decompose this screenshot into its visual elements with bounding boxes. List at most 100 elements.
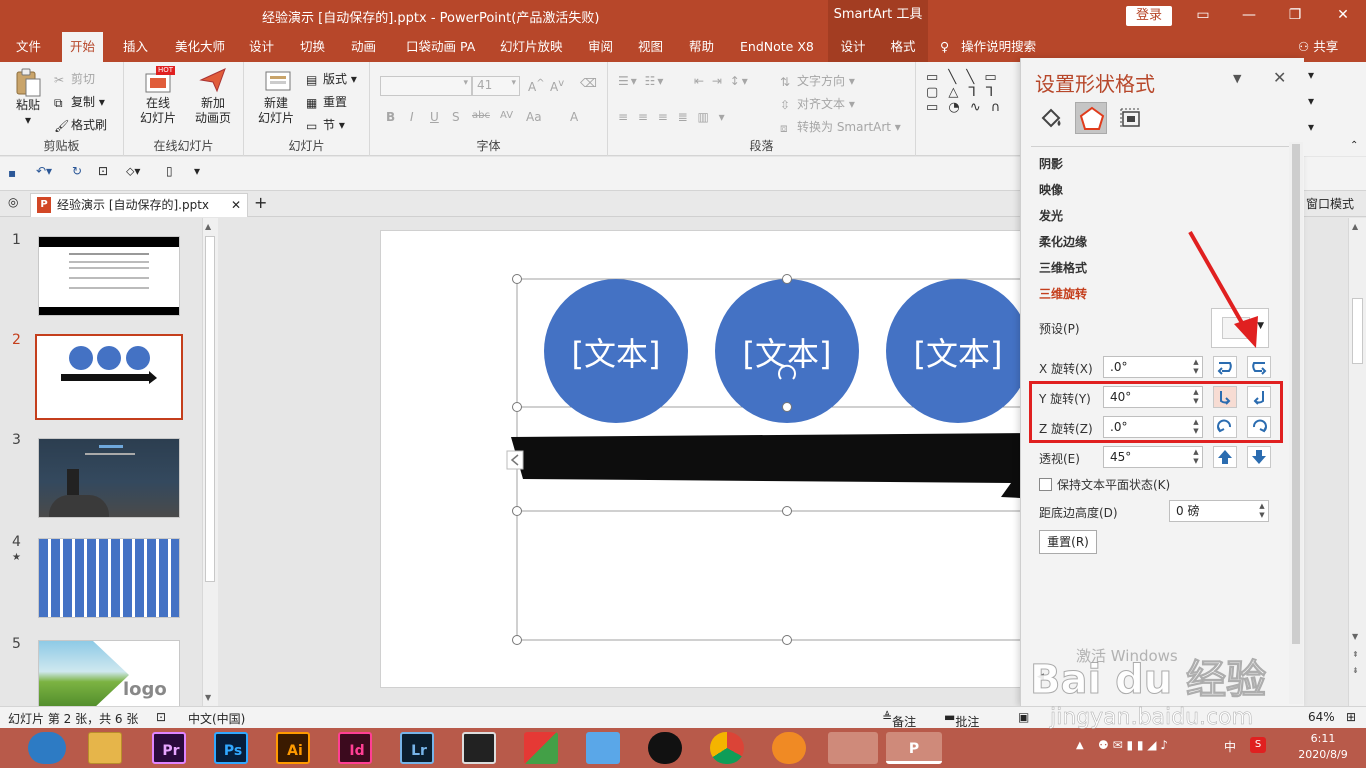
section-reflection[interactable]: 映像	[1039, 181, 1063, 198]
distance-from-ground-input[interactable]: 0 磅 ▲ ▼	[1169, 500, 1269, 522]
tab-pocket-animation[interactable]: 口袋动画 PA	[398, 32, 483, 62]
premiere-icon[interactable]: Pr	[152, 732, 186, 764]
thumbnails-scrollbar[interactable]: ▲ ▼	[202, 218, 218, 706]
circle-3-text[interactable]: [文本]	[886, 329, 1020, 375]
new-slide-button[interactable]: 新建 幻灯片	[252, 66, 300, 126]
minimize-icon[interactable]: —	[1226, 0, 1272, 32]
tab-endnote[interactable]: EndNote X8	[732, 32, 822, 62]
touch-mode-icon[interactable]: ⬦▾	[126, 164, 140, 179]
strikethrough-button[interactable]: abc	[472, 110, 490, 121]
new-animation-page-button[interactable]: 新加 动画页	[188, 66, 238, 126]
paste-button[interactable]: 粘贴 ▾	[8, 68, 48, 128]
slide-thumbnail-2-selected[interactable]	[35, 334, 183, 420]
tab-insert[interactable]: 插入	[115, 32, 156, 62]
start-browser-icon[interactable]	[28, 732, 66, 764]
pane-options-icon[interactable]: ▼	[1233, 72, 1241, 85]
zoom-level[interactable]: 64%	[1308, 710, 1335, 724]
slide-scrollbar[interactable]: ▲ ▼ ⇞ ⇟	[1348, 218, 1366, 706]
italic-button[interactable]: I	[410, 110, 414, 124]
photoshop-icon[interactable]: Ps	[214, 732, 248, 764]
online-slide-button[interactable]: HOT 在线 幻灯片	[134, 66, 182, 126]
ribbon-display-icon[interactable]: ▭	[1180, 0, 1226, 32]
section-glow[interactable]: 发光	[1039, 207, 1063, 224]
system-clock[interactable]: 6:11 2020/8/9	[1288, 731, 1358, 763]
underline-button[interactable]: U	[430, 110, 439, 124]
section-3d-rotation[interactable]: 三维旋转	[1039, 285, 1087, 302]
ime-indicator[interactable]: 中	[1224, 738, 1236, 755]
indent-icons[interactable]: ⇤ ⇥ ↕▾	[694, 74, 750, 88]
tab-view[interactable]: 视图	[630, 32, 671, 62]
browser-icon[interactable]	[772, 732, 806, 764]
maximize-icon[interactable]: ❐	[1272, 0, 1318, 32]
tab-design[interactable]: 设计	[241, 32, 282, 62]
font-size-combo[interactable]: 41 ▾	[472, 76, 520, 96]
tab-help[interactable]: 帮助	[681, 32, 722, 62]
lightroom-icon[interactable]: Lr	[400, 732, 434, 764]
text-pane-toggle[interactable]	[506, 450, 524, 470]
effects-icon[interactable]	[1075, 102, 1107, 134]
indesign-icon[interactable]: Id	[338, 732, 372, 764]
section-soft-edges[interactable]: 柔化边缘	[1039, 233, 1087, 250]
undo-icon[interactable]: ↶▾	[36, 164, 52, 178]
circle-1-text[interactable]: [文本]	[544, 329, 688, 375]
grow-font-icon[interactable]: A^	[528, 78, 545, 94]
close-icon[interactable]: ✕	[1320, 0, 1366, 32]
convert-smartart-button[interactable]: ⧈ 转换为 SmartArt ▾	[780, 118, 901, 135]
tab-beautify[interactable]: 美化大师	[167, 32, 233, 62]
new-file-icon[interactable]: ▯	[166, 164, 173, 178]
login-button[interactable]: 登录	[1126, 6, 1172, 26]
slide-thumbnail-5[interactable]: logo	[38, 640, 180, 708]
normal-view-icon[interactable]: ▣	[1018, 710, 1029, 724]
smartart-arrow[interactable]	[511, 421, 1020, 501]
shrink-font-icon[interactable]: Av	[550, 78, 564, 94]
document-tab[interactable]: P 经验演示 [自动保存的].pptx ✕	[30, 193, 248, 217]
customize-qat-icon[interactable]: ▾	[194, 164, 200, 178]
copy-button[interactable]: ⧉ 复制 ▾	[54, 93, 105, 110]
tab-transitions[interactable]: 切换	[292, 32, 333, 62]
x-rotate-left-button[interactable]	[1213, 356, 1237, 378]
notes-app-icon[interactable]	[828, 732, 878, 764]
char-spacing-button[interactable]: AV	[500, 110, 513, 121]
window-mode-label[interactable]: 窗口模式	[1306, 195, 1354, 212]
reset-rotation-button[interactable]: 重置(R)	[1039, 530, 1097, 554]
circle-2-text[interactable]: [文本]	[715, 329, 859, 375]
collapse-ribbon-icon[interactable]: ⌃	[1350, 140, 1358, 151]
tab-file[interactable]: 文件	[8, 32, 49, 62]
slide-thumbnail-4[interactable]	[38, 538, 180, 618]
pane-close-icon[interactable]: ✕	[1273, 68, 1286, 87]
pane-scroll-left-icon[interactable]: ◀	[1037, 672, 1044, 682]
perspective-decrease-button[interactable]	[1247, 446, 1271, 468]
qq-icon[interactable]	[648, 732, 682, 764]
share-button[interactable]: ⚇ 共享	[1298, 32, 1338, 62]
slide-thumbnail-1[interactable]	[38, 236, 180, 316]
close-tab-icon[interactable]: ✕	[231, 194, 241, 216]
language-indicator[interactable]: 中文(中国)	[188, 710, 245, 727]
chat-app-icon[interactable]	[586, 732, 620, 764]
fit-to-window-icon[interactable]: ⊞	[1346, 710, 1356, 724]
comments-button[interactable]: ▬ 批注	[944, 710, 979, 729]
tab-review[interactable]: 审阅	[580, 32, 621, 62]
alignment-icons[interactable]: ≡ ≡ ≡ ≣ ▥ ▾	[618, 110, 728, 124]
shadow-button[interactable]: S	[452, 110, 460, 124]
tab-smartart-format[interactable]: 格式	[878, 32, 928, 62]
change-case-button[interactable]: Aa	[526, 110, 542, 124]
pane-scrollbar[interactable]	[1289, 142, 1303, 704]
font-name-combo[interactable]: ▾	[380, 76, 472, 96]
shapes-gallery[interactable]: ▭ ╲ ╲ ▭ ▢ △ ⅂ ⅂ ▭ ◔ ∿ ∩	[926, 70, 1003, 115]
slide-thumbnail-3[interactable]	[38, 438, 180, 518]
tab-slideshow[interactable]: 幻灯片放映	[492, 32, 571, 62]
video-editor-icon[interactable]	[462, 732, 496, 764]
tab-animations[interactable]: 动画	[343, 32, 384, 62]
app-icon[interactable]	[524, 732, 558, 764]
keep-text-flat-checkbox[interactable]	[1039, 478, 1052, 491]
smartart-graphic[interactable]	[381, 231, 1020, 689]
tab-list-icon[interactable]: ◎	[8, 195, 18, 209]
section-shadow[interactable]: 阴影	[1039, 155, 1063, 172]
notes-button[interactable]: ≜ 备注	[882, 710, 916, 729]
new-tab-icon[interactable]: +	[254, 193, 267, 212]
spell-check-icon[interactable]: ⊡	[156, 710, 166, 724]
text-direction-button[interactable]: ⇅ 文字方向 ▾	[780, 72, 855, 89]
powerpoint-taskbar-icon[interactable]: P	[886, 732, 942, 764]
format-painter-button[interactable]: 🖌 格式刷	[54, 116, 107, 133]
tray-overflow-icon[interactable]: ▲	[1076, 740, 1084, 751]
